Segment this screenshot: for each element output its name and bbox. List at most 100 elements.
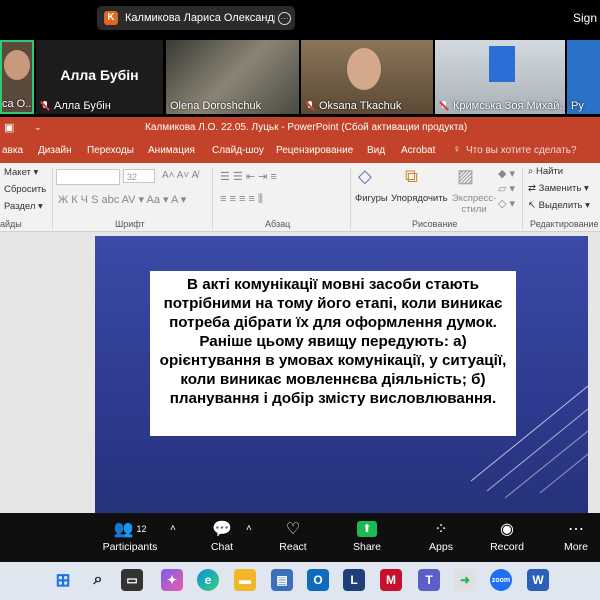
screen-share-indicator[interactable]: K Калмикова Лариса Олександрівн ··· — [97, 6, 295, 30]
store-icon[interactable]: ▤ — [271, 569, 293, 591]
participant-big-name: Алла Бубін — [60, 67, 139, 83]
font-name-field[interactable] — [56, 169, 120, 185]
ppt-ribbon-tabs: авка Дизайн Переходы Анимация Слайд-шоу … — [0, 139, 600, 163]
meeting-controls: 👥 12 Participants ˄ 💬 Chat ˄ ♡ React ⬆ Sh… — [0, 513, 600, 562]
tab-view[interactable]: Вид — [367, 145, 385, 156]
windows-taskbar: ⊞ ⌕ ▭ ✦ e ▬ ▤ O L M T ➜ zoom W — [0, 562, 600, 600]
heart-icon: ♡ — [285, 521, 301, 538]
zoom-top-bar — [0, 0, 600, 38]
task-view-icon[interactable]: ▭ — [121, 569, 143, 591]
word-icon[interactable]: W — [527, 569, 549, 591]
presenter-name: Калмикова Лариса Олександрівн — [125, 12, 275, 24]
drawing-group-label: Рисование — [412, 219, 458, 229]
find-button[interactable]: ⌕ Найти — [528, 166, 563, 177]
participant-gallery: са О... Алла Бубін Алла Бубін Olena Doro… — [0, 38, 600, 116]
font-size-field[interactable]: 32 — [123, 169, 155, 183]
participants-icon: 👥 — [113, 521, 134, 538]
font-group-label: Шрифт — [115, 219, 145, 229]
shape-format-buttons[interactable]: ◆ ▾ ▱ ▾ ◇ ▾ — [498, 167, 515, 212]
participant-name: Oksana Tkachuk — [305, 100, 401, 112]
reset-button[interactable]: Сбросить — [4, 184, 46, 195]
participants-button[interactable]: 👥 12 Participants — [95, 517, 165, 553]
shapes-button[interactable]: Фигуры — [355, 193, 388, 204]
participant-name: Ру — [571, 100, 584, 112]
participant-name: Кримська Зоя Михай... — [439, 100, 565, 112]
sign-text[interactable]: Sign — [573, 11, 597, 25]
section-button[interactable]: Раздел ▾ — [4, 201, 43, 212]
participants-caret-icon[interactable]: ˄ — [170, 523, 176, 534]
share-app-icon[interactable]: ➜ — [454, 569, 476, 591]
shapes-icon[interactable]: ◇ — [358, 166, 386, 190]
mic-muted-icon — [439, 101, 449, 111]
participant-name: са О... — [2, 98, 34, 110]
share-button[interactable]: ⬆ Share — [332, 517, 402, 553]
tab-review[interactable]: Рецензирование — [276, 145, 353, 156]
participant-face — [4, 50, 30, 80]
align-buttons[interactable]: ≡ ≡ ≡ ≡ ⫼ — [220, 193, 263, 206]
zoom-app-icon[interactable]: zoom — [490, 569, 512, 591]
font-format-buttons[interactable]: Ж К Ч S abc AV ▾ Aa ▾ A ▾ — [58, 193, 186, 206]
divider — [350, 167, 351, 229]
react-button[interactable]: ♡ React — [258, 517, 328, 553]
font-size-buttons[interactable]: A˄ A˅ A̸ — [162, 170, 198, 181]
participant-name: Olena Doroshchuk — [170, 100, 262, 112]
apps-button[interactable]: ⁘ Apps — [406, 517, 476, 553]
replace-icon: ⇄ — [528, 183, 536, 194]
edge-icon[interactable]: e — [197, 569, 219, 591]
tab-transitions[interactable]: Переходы — [87, 145, 134, 156]
list-buttons[interactable]: ☰ ☰ ⇤ ⇥ ≡ — [220, 170, 277, 183]
windows-start-icon[interactable]: ⊞ — [52, 569, 74, 591]
mic-muted-icon — [305, 101, 315, 111]
record-button[interactable]: ◉ Record — [472, 517, 542, 553]
chat-caret-icon[interactable]: ˄ — [246, 523, 252, 534]
ppt-title-bar: ▣ ⌄ Калмикова Л.О. 22.05. Луцьк - PowerP… — [0, 117, 600, 139]
lightbulb-icon: ♀ — [453, 144, 461, 155]
outlook-icon[interactable]: O — [307, 569, 329, 591]
select-button[interactable]: ↖ Выделить ▾ — [528, 200, 590, 211]
participant-tile[interactable]: Кримська Зоя Михай... — [435, 40, 565, 114]
layout-button[interactable]: Макет ▾ — [4, 167, 38, 178]
quick-styles-button[interactable]: Экспресс-стили — [451, 193, 497, 215]
replace-button[interactable]: ⇄ Заменить ▾ — [528, 183, 589, 194]
participant-tile[interactable]: Ру — [567, 40, 600, 114]
arrange-icon[interactable]: ⧉ — [405, 166, 418, 187]
flag-decoration — [489, 46, 515, 82]
participant-tile[interactable]: Olena Doroshchuk — [166, 40, 299, 114]
search-icon: ⌕ — [528, 166, 534, 177]
cursor-icon: ↖ — [528, 200, 536, 211]
participant-tile[interactable]: Oksana Tkachuk — [301, 40, 433, 114]
file-explorer-icon[interactable]: ▬ — [234, 569, 256, 591]
tab-animation[interactable]: Анимация — [148, 145, 195, 156]
save-icon[interactable]: ▣ — [4, 121, 14, 134]
mcafee-icon[interactable]: M — [380, 569, 402, 591]
participant-count: 12 — [136, 524, 147, 534]
tab-acrobat[interactable]: Acrobat — [401, 145, 435, 156]
participant-tile[interactable]: Алла Бубін Алла Бубін — [36, 40, 163, 114]
divider — [522, 167, 523, 229]
participant-tile[interactable]: са О... — [0, 40, 34, 114]
slides-group-label: айды — [0, 219, 22, 229]
ppt-ribbon: Макет ▾ Сбросить Раздел ▾ айды 32 A˄ A˅ … — [0, 163, 600, 232]
divider — [52, 167, 53, 229]
presenter-avatar: K — [104, 11, 118, 25]
tell-me-search[interactable]: Что вы хотите сделать? — [466, 145, 577, 156]
ppt-window-title: Калмикова Л.О. 22.05. Луцьк - PowerPoint… — [145, 122, 468, 133]
slide-text-box[interactable]: В акті комунікації мовні засоби стають п… — [150, 271, 516, 436]
dropdown-icon[interactable]: ⌄ — [34, 122, 42, 133]
mic-muted-icon — [40, 101, 50, 111]
tab-insert[interactable]: авка — [2, 145, 23, 156]
tab-design[interactable]: Дизайн — [38, 145, 72, 156]
l-app-icon[interactable]: L — [343, 569, 365, 591]
apps-icon: ⁘ — [434, 521, 448, 538]
search-icon[interactable]: ⌕ — [87, 569, 109, 591]
copilot-icon[interactable]: ✦ — [161, 569, 183, 591]
more-button[interactable]: ⋯ More — [541, 517, 600, 553]
arrange-button[interactable]: Упорядочить — [391, 193, 448, 204]
quick-styles-icon[interactable]: ▨ — [457, 166, 474, 187]
teams-icon[interactable]: T — [418, 569, 440, 591]
divider — [212, 167, 213, 229]
more-icon: ⋯ — [568, 521, 584, 538]
paragraph-group-label: Абзац — [265, 219, 291, 229]
tab-slideshow[interactable]: Слайд-шоу — [212, 145, 264, 156]
more-options-icon[interactable]: ··· — [278, 11, 291, 25]
